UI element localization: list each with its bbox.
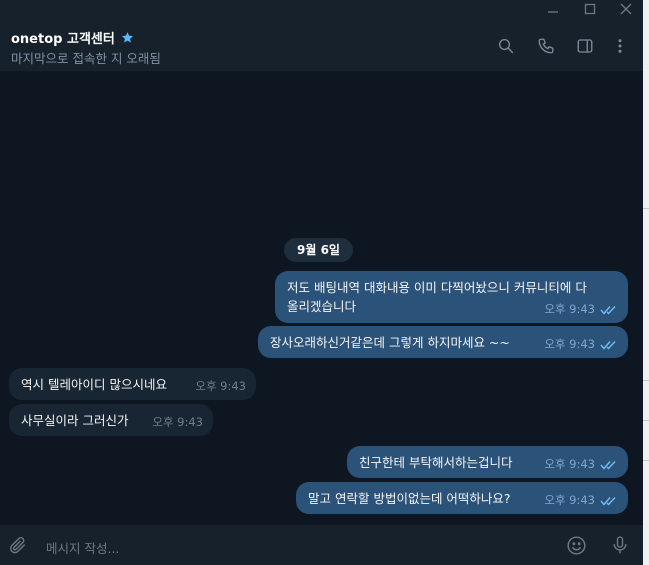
- message-bubble-outgoing[interactable]: 저도 배팅내역 대화내용 이미 다찍어놨으니 커뮤니티에 다 올리겠습니다 오후…: [275, 271, 628, 323]
- window-titlebar: [0, 0, 643, 18]
- chat-header: onetop 고객센터 마지막으로 접속한 지 오래됨: [0, 18, 643, 72]
- message-meta: 오후 9:43: [544, 300, 618, 319]
- message-time: 오후 9:43: [544, 337, 595, 351]
- more-vertical-icon: [618, 39, 622, 53]
- voice-button[interactable]: [609, 534, 631, 556]
- chat-status: 마지막으로 접속한 지 오래됨: [11, 51, 161, 66]
- message-bubble-outgoing[interactable]: 장사오래하신거같은데 그렇게 하지마세요 ~~ 오후 9:43: [258, 326, 628, 358]
- star-icon: [121, 32, 133, 43]
- sidebar-toggle-button[interactable]: [573, 34, 597, 58]
- message-meta: 오후 9:43: [544, 491, 618, 510]
- attach-icon: [9, 537, 26, 554]
- search-icon: [498, 38, 514, 54]
- close-icon: [620, 3, 632, 15]
- chat-name: onetop 고객센터: [11, 32, 115, 47]
- message-meta: 오후 9:43: [544, 335, 618, 354]
- message-bubble-incoming[interactable]: 역시 텔레아이디 많으시네요 오후 9:43: [9, 368, 256, 400]
- message-composer: 메시지 작성...: [0, 525, 643, 565]
- double-check-icon: [600, 460, 616, 470]
- message-text: 저도 배팅내역 대화내용 이미 다찍어놨으니 커뮤니티에 다 올리겠습니다: [287, 280, 587, 314]
- message-input[interactable]: 메시지 작성...: [46, 538, 119, 557]
- message-text: 친구한테 부탁해서하는겁니다: [359, 455, 513, 470]
- message-text: 장사오래하신거같은데 그렇게 하지마세요 ~~: [270, 335, 510, 350]
- attach-button[interactable]: [7, 534, 29, 556]
- message-text: 역시 텔레아이디 많으시네요: [21, 377, 167, 392]
- date-separator: 9월 6일: [284, 238, 353, 262]
- maximize-icon: [584, 3, 596, 15]
- maximize-button[interactable]: [572, 0, 608, 18]
- message-time: 오후 9:43: [544, 302, 595, 316]
- microphone-icon: [613, 536, 627, 554]
- search-button[interactable]: [494, 34, 518, 58]
- message-meta: 오후 9:43: [544, 455, 618, 474]
- double-check-icon: [600, 305, 616, 315]
- double-check-icon: [600, 340, 616, 350]
- message-bubble-outgoing[interactable]: 말고 연락할 방법이없는데 어떡하나요? 오후 9:43: [296, 482, 628, 514]
- message-meta: 오후 9:43: [195, 377, 246, 396]
- double-check-icon: [600, 496, 616, 506]
- message-time: 오후 9:43: [544, 493, 595, 507]
- window-edge: [643, 0, 649, 565]
- message-bubble-outgoing[interactable]: 친구한테 부탁해서하는겁니다 오후 9:43: [347, 446, 628, 478]
- message-bubble-incoming[interactable]: 사무실이라 그러신가 오후 9:43: [9, 404, 213, 436]
- emoji-button[interactable]: [565, 534, 587, 556]
- more-button[interactable]: [608, 34, 632, 58]
- message-meta: 오후 9:43: [152, 413, 203, 432]
- message-text: 사무실이라 그러신가: [21, 413, 129, 428]
- emoji-icon: [566, 535, 586, 555]
- call-button[interactable]: [534, 34, 558, 58]
- minimize-button[interactable]: [535, 0, 571, 18]
- chat-title[interactable]: onetop 고객센터: [11, 28, 134, 47]
- message-time: 오후 9:43: [152, 415, 203, 429]
- message-text: 말고 연락할 방법이없는데 어떡하나요?: [308, 491, 511, 506]
- message-time: 오후 9:43: [195, 379, 246, 393]
- sidebar-toggle-icon: [577, 39, 593, 53]
- phone-icon: [538, 38, 554, 54]
- close-button[interactable]: [608, 0, 644, 18]
- minimize-icon: [548, 11, 558, 13]
- message-time: 오후 9:43: [544, 457, 595, 471]
